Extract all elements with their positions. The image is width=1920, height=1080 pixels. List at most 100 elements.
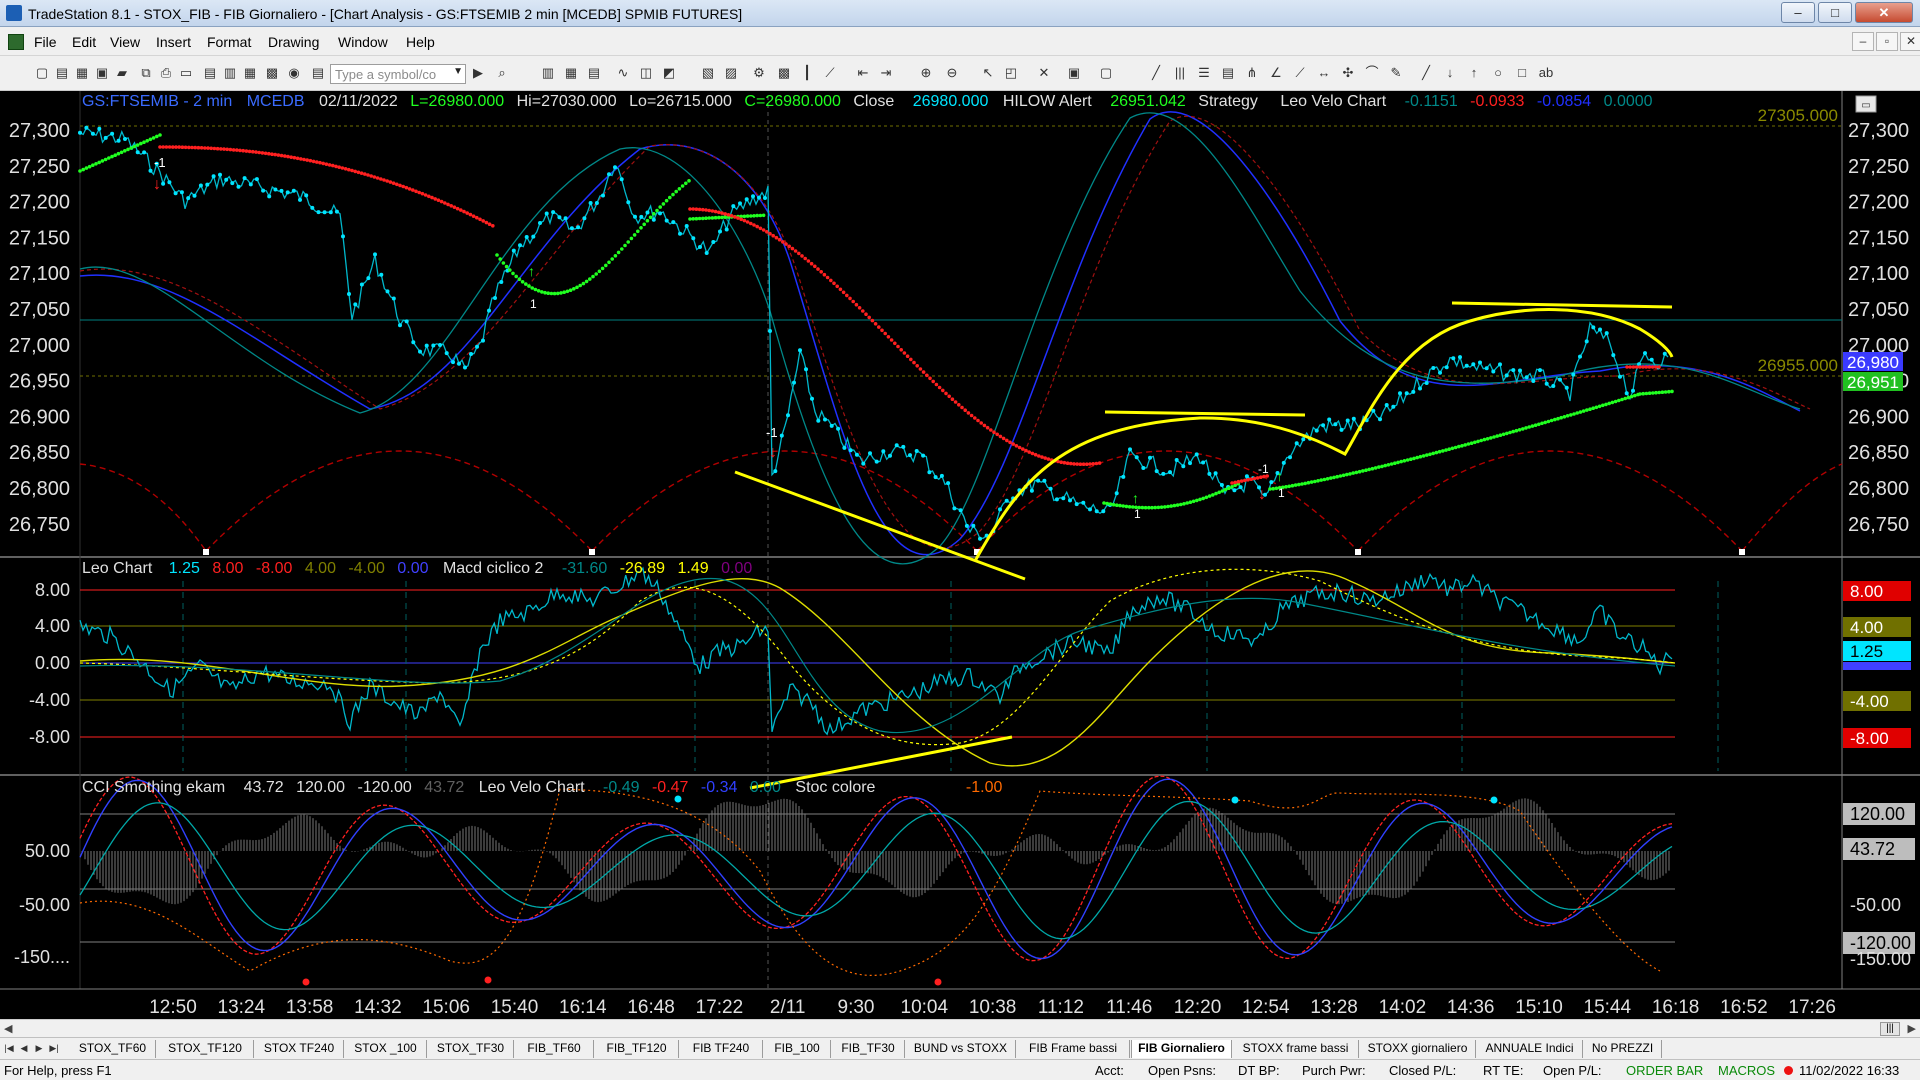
scroll-left-icon[interactable]: ⇤ (855, 65, 871, 81)
order-bar-button[interactable]: ORDER BAR (1626, 1063, 1703, 1078)
arrow-up-icon[interactable]: ↑ (1466, 65, 1482, 81)
dropdown-arrow-icon[interactable]: ▼ (453, 66, 463, 77)
draw-line-icon[interactable]: ╱ (1418, 65, 1434, 81)
tab-stox-100[interactable]: STOX _100 (345, 1040, 427, 1058)
tab-fib-100[interactable]: FIB_100 (764, 1040, 831, 1058)
copy-icon[interactable]: ⧉ (138, 65, 154, 81)
tab-first-icon[interactable]: |◀ (2, 1041, 16, 1056)
tab-stox-tf60[interactable]: STOX_TF60 (70, 1040, 156, 1058)
tab-stoxx-frame-bassi[interactable]: STOXX frame bassi (1233, 1040, 1359, 1058)
print-icon[interactable]: ⎙ (158, 65, 174, 81)
angle-icon[interactable]: ∠ (1268, 65, 1284, 81)
horizontal-lines-icon[interactable]: ☰ (1196, 65, 1212, 81)
bar-chart-icon[interactable]: ▥ (540, 65, 556, 81)
tab-fib-tf60[interactable]: FIB_TF60 (515, 1040, 594, 1058)
trendline-icon[interactable]: ╱ (1148, 65, 1164, 81)
settings-icon[interactable]: ⚙ (751, 65, 767, 81)
menu-help[interactable]: Help (406, 34, 435, 50)
radar-icon[interactable]: ▨ (723, 65, 739, 81)
maximize-button[interactable]: □ (1818, 2, 1852, 23)
fib-icon[interactable]: ||| (1172, 65, 1188, 81)
grid-icon[interactable]: ▦ (563, 65, 579, 81)
ellipse-icon[interactable]: ○ (1490, 65, 1506, 81)
arc-icon[interactable]: ⌒ (1364, 65, 1380, 81)
menu-file[interactable]: File (34, 34, 57, 50)
news-icon[interactable]: ▤ (310, 65, 326, 81)
gann-icon[interactable]: ✣ (1340, 65, 1356, 81)
text-icon[interactable]: ab (1538, 65, 1554, 81)
chart-horizontal-scrollbar[interactable]: ◀ ||| ▶ (0, 1019, 1920, 1037)
tab-prev-icon[interactable]: ◀ (17, 1041, 31, 1056)
chart-analysis-window[interactable]: -1 ↓ ↑ 1 -1 ↓ ↑ 1 -1 ↓ ↑ 1 GS:FTSEMIB - … (0, 91, 1920, 1019)
tab-stoxx-giornaliero[interactable]: STOXX giornaliero (1360, 1040, 1476, 1058)
line-chart-icon[interactable]: ⟋ (822, 65, 838, 81)
new-icon[interactable]: ▢ (34, 65, 50, 81)
tab-last-icon[interactable]: ▶| (47, 1041, 61, 1056)
tab-fib-tf240[interactable]: FIB TF240 (680, 1040, 763, 1058)
mdi-close-button[interactable]: ✕ (1900, 32, 1920, 51)
window-icon[interactable]: ▤ (202, 65, 218, 81)
tab-annuale-indici[interactable]: ANNUALE Indici (1477, 1040, 1583, 1058)
candle-icon[interactable]: ┃ (799, 65, 815, 81)
macros-button[interactable]: MACROS (1718, 1063, 1775, 1078)
save-icon[interactable]: ▦ (74, 65, 90, 81)
scanner-icon[interactable]: ▧ (700, 65, 716, 81)
scroll-right-arrow-icon[interactable]: ▶ (1908, 1022, 1916, 1035)
zoom-out-icon[interactable]: ⊖ (944, 65, 960, 81)
close-button[interactable]: ✕ (1855, 2, 1913, 23)
mdi-restore-button[interactable]: ▫ (1876, 32, 1898, 51)
tools-icon[interactable]: ✕ (1036, 65, 1052, 81)
tab-fib-frame-bassi[interactable]: FIB Frame bassi (1017, 1040, 1130, 1058)
symbol-input[interactable]: Type a symbol/co ▼ (330, 64, 466, 84)
arrow-down-icon[interactable]: ↓ (1442, 65, 1458, 81)
strategy-icon[interactable]: ◫ (638, 65, 654, 81)
print-preview-icon[interactable]: ▭ (178, 65, 194, 81)
hand-icon[interactable]: ▣ (1066, 65, 1082, 81)
workspace-icon[interactable]: ▣ (94, 65, 110, 81)
go-arrow-icon[interactable]: ▶ (470, 65, 486, 81)
rectangle-icon[interactable]: □ (1514, 65, 1530, 81)
folder-icon[interactable]: ▰ (114, 65, 130, 81)
tab-fib-giornaliero[interactable]: FIB Giornaliero (1131, 1040, 1232, 1058)
scroll-left-arrow-icon[interactable]: ◀ (4, 1022, 12, 1035)
menu-window[interactable]: Window (338, 34, 388, 50)
select-icon[interactable]: ◰ (1003, 65, 1019, 81)
eraser-icon[interactable]: ▢ (1098, 65, 1114, 81)
speed-lines-icon[interactable]: ⟋ (1292, 65, 1308, 81)
tile-icon[interactable]: ▥ (222, 65, 238, 81)
tab-next-icon[interactable]: ▶ (32, 1041, 46, 1056)
symbol-lookup-icon[interactable]: ⌕ (494, 65, 510, 81)
menu-drawing[interactable]: Drawing (268, 34, 319, 50)
tab-no-prezzi[interactable]: No PREZZI (1584, 1040, 1662, 1058)
pointer-icon[interactable]: ↖ (980, 65, 996, 81)
globe-icon[interactable]: ◉ (286, 65, 302, 81)
chart-type-icon[interactable]: ▩ (776, 65, 792, 81)
menu-edit[interactable]: Edit (72, 34, 96, 50)
tab-fib-tf30[interactable]: FIB_TF30 (832, 1040, 905, 1058)
chart-window-icon[interactable] (8, 34, 24, 50)
pencil-icon[interactable]: ✎ (1388, 65, 1404, 81)
scroll-right-icon[interactable]: ⇥ (878, 65, 894, 81)
format-icon[interactable]: ◩ (661, 65, 677, 81)
cascade-icon[interactable]: ▦ (242, 65, 258, 81)
indicator-icon[interactable]: ∿ (615, 65, 631, 81)
arrow-both-icon[interactable]: ↔ (1316, 65, 1332, 81)
pitchfork-icon[interactable]: ⋔ (1244, 65, 1260, 81)
menu-insert[interactable]: Insert (156, 34, 191, 50)
tab-stox-tf240[interactable]: STOX TF240 (255, 1040, 344, 1058)
menu-format[interactable]: Format (207, 34, 251, 50)
open-icon[interactable]: ▤ (54, 65, 70, 81)
minimize-button[interactable]: – (1781, 2, 1815, 23)
tab-stox-tf120[interactable]: STOX_TF120 (157, 1040, 254, 1058)
mdi-minimize-button[interactable]: – (1852, 32, 1874, 51)
zoom-in-icon[interactable]: ⊕ (918, 65, 934, 81)
tab-bund-vs-stoxx[interactable]: BUND vs STOXX (906, 1040, 1016, 1058)
channel-icon[interactable]: ▤ (1220, 65, 1236, 81)
tradestation-app-icon[interactable] (6, 5, 22, 21)
tab-fib-tf120[interactable]: FIB_TF120 (595, 1040, 679, 1058)
chart-icon[interactable]: ▩ (264, 65, 280, 81)
scroll-thumb[interactable]: ||| (1880, 1022, 1900, 1036)
menu-view[interactable]: View (110, 34, 140, 50)
tab-stox-tf30[interactable]: STOX_TF30 (428, 1040, 514, 1058)
table-icon[interactable]: ▤ (586, 65, 602, 81)
